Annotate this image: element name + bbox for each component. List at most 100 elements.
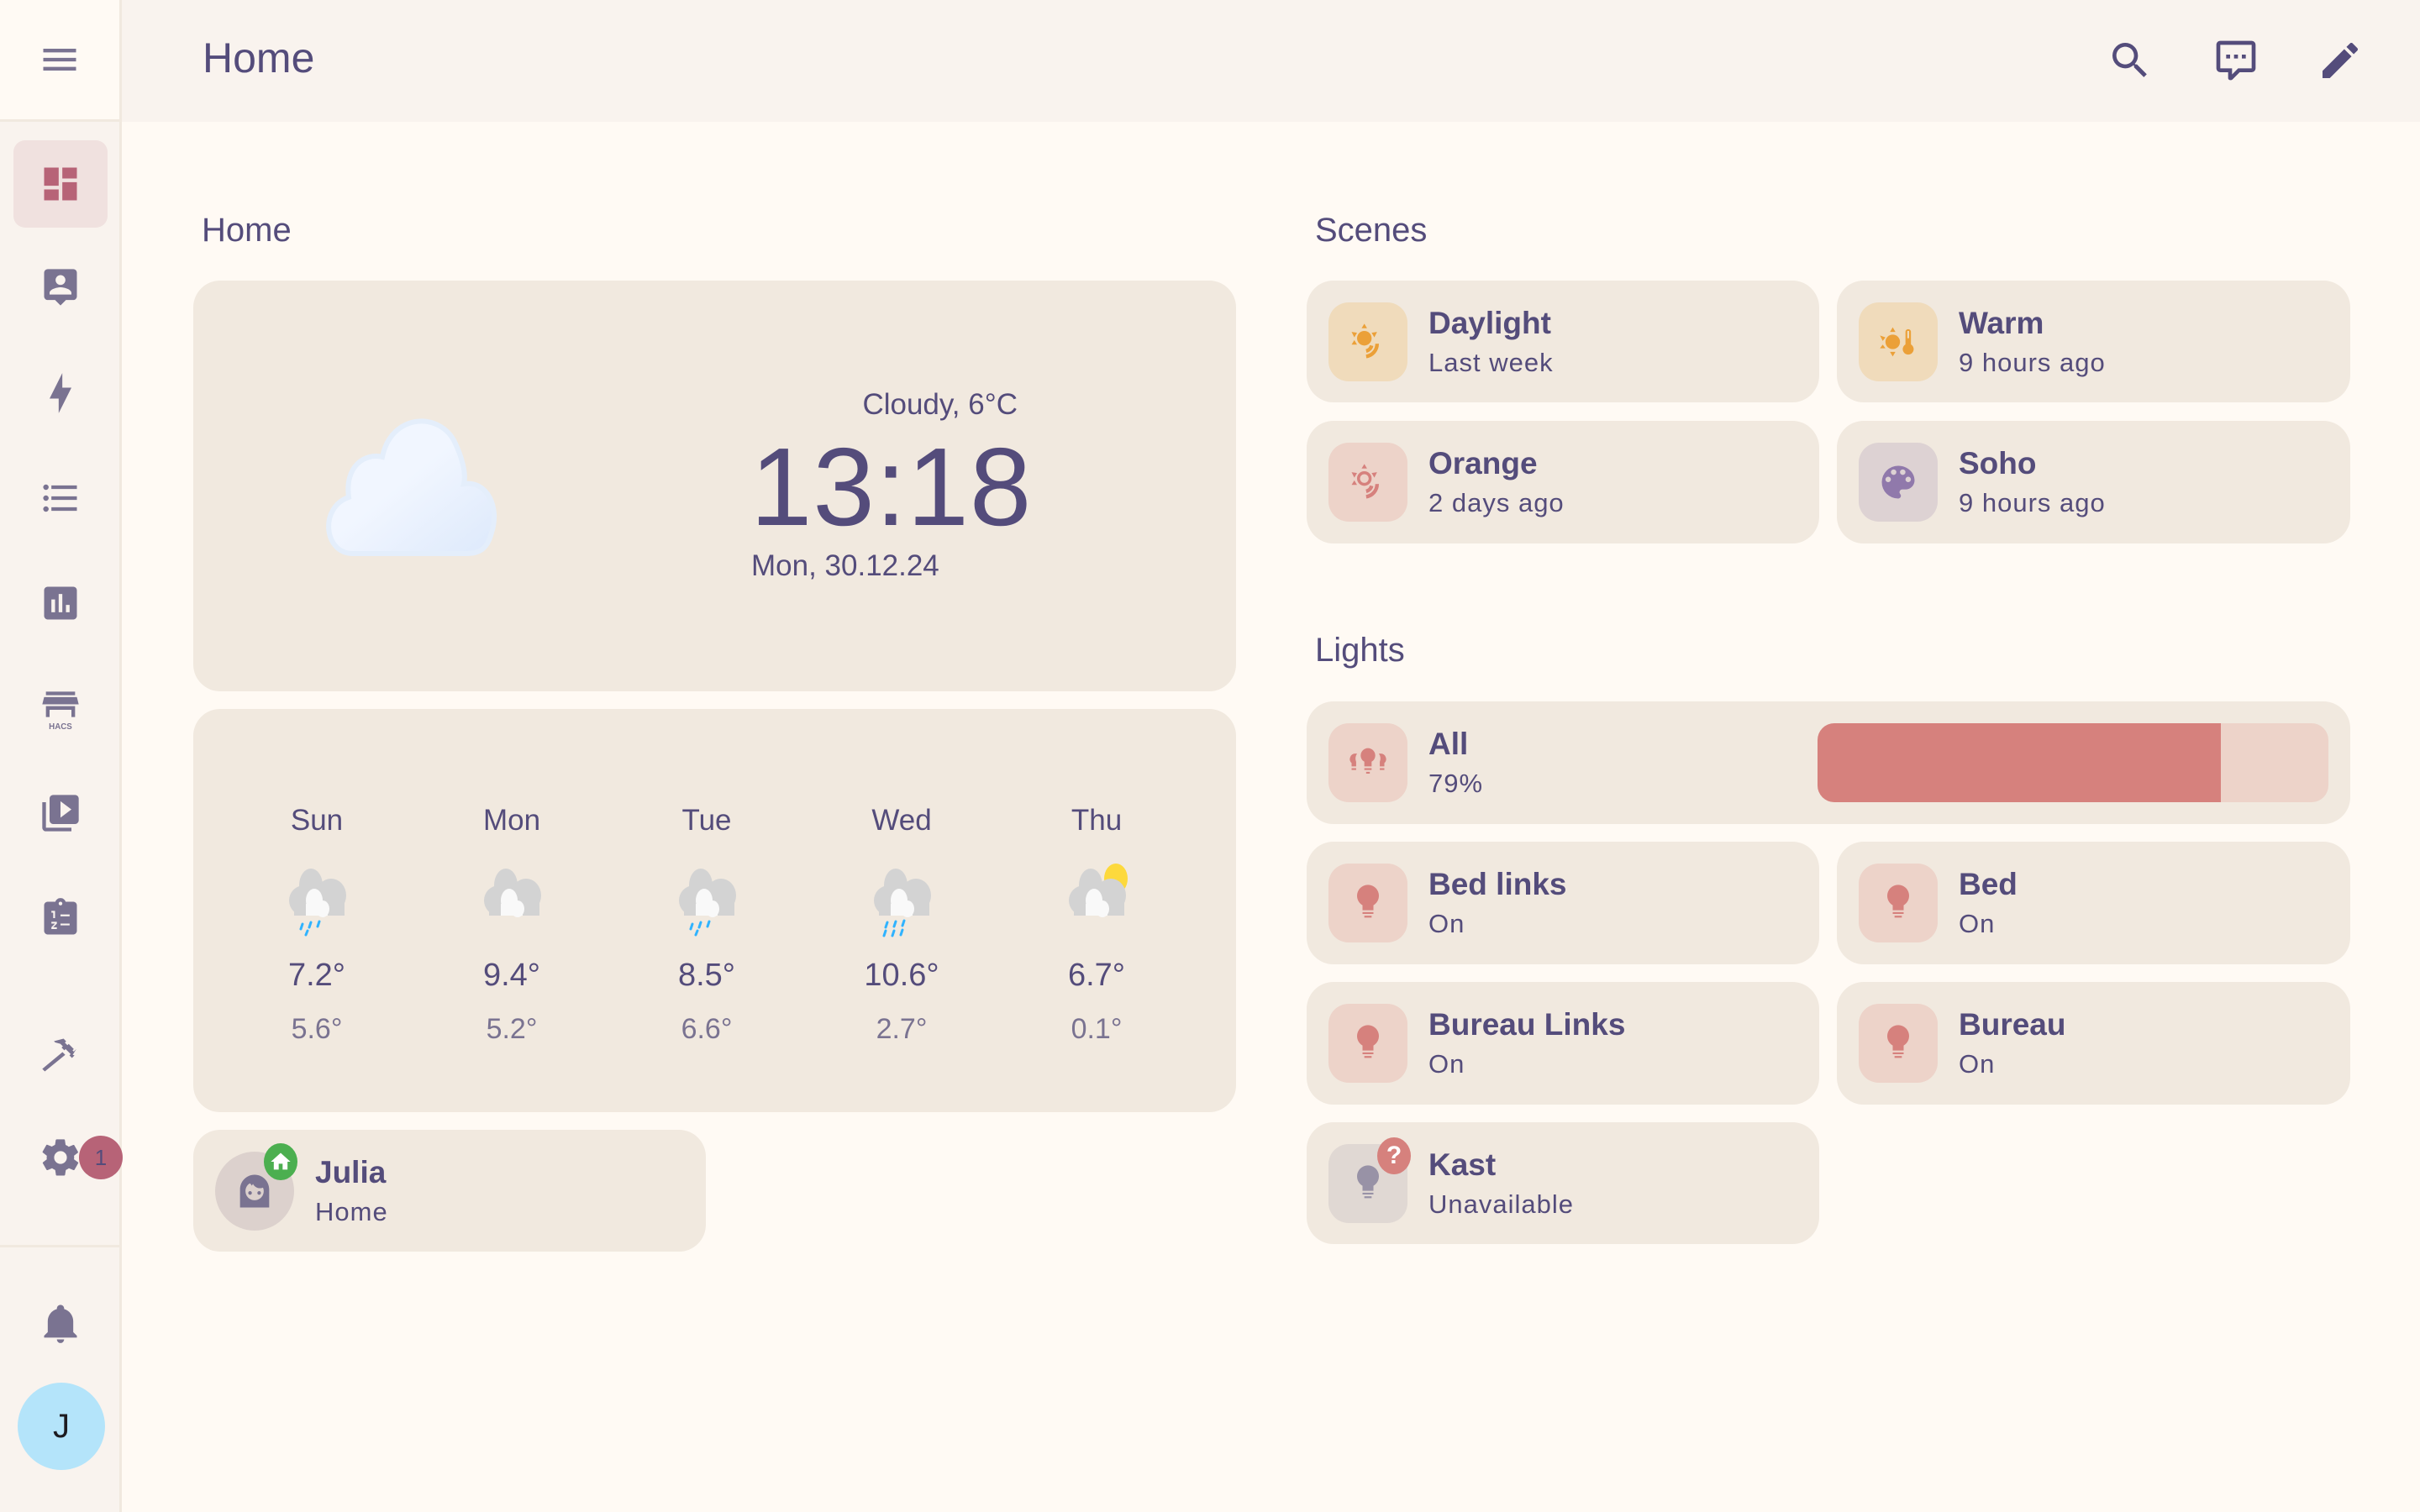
light-state: On bbox=[1428, 909, 1465, 938]
forecast-low: 0.1° bbox=[1071, 1013, 1123, 1045]
clipboard-list-icon bbox=[44, 898, 77, 935]
light-name: Bed bbox=[1959, 867, 2018, 901]
chart-box-icon bbox=[44, 586, 77, 620]
section-title-lights: Lights bbox=[1315, 632, 1405, 669]
forecast-day-name: Thu bbox=[1071, 804, 1123, 837]
rainy-icon bbox=[289, 869, 346, 937]
scene-state: 2 days ago bbox=[1428, 488, 1565, 517]
assist-button[interactable] bbox=[2202, 27, 2270, 94]
scene-tile-soho[interactable]: Soho 9 hours ago bbox=[1837, 421, 2350, 543]
clock-date: Mon, 30.12.24 bbox=[751, 549, 939, 582]
sidebar-item-overview[interactable] bbox=[13, 140, 108, 228]
light-icon-box[interactable] bbox=[1328, 864, 1407, 942]
home-icon bbox=[271, 1152, 291, 1170]
sidebar-item-settings[interactable]: 1 bbox=[13, 1114, 123, 1201]
light-icon-box[interactable] bbox=[1859, 1004, 1938, 1083]
pouring-icon bbox=[874, 869, 931, 937]
sidebar-item-todo[interactable] bbox=[13, 874, 108, 962]
cloudy-icon bbox=[326, 418, 497, 556]
scene-tile-warm[interactable]: Warm 9 hours ago bbox=[1837, 281, 2350, 402]
weather-condition: Cloudy, 6°C bbox=[862, 388, 1018, 421]
light-name: Kast bbox=[1428, 1147, 1497, 1182]
rainy-icon bbox=[679, 869, 736, 937]
bell-icon bbox=[44, 1305, 77, 1343]
brightness-slider-fill bbox=[1818, 723, 2222, 802]
light-tile-bureau[interactable]: Bureau On bbox=[1837, 982, 2350, 1105]
lightbulb-icon bbox=[1357, 1025, 1379, 1058]
light-name: All bbox=[1428, 727, 1469, 761]
dashboard-icon bbox=[44, 167, 77, 201]
menu-button[interactable] bbox=[26, 26, 93, 93]
notifications-button[interactable] bbox=[13, 1279, 108, 1367]
forecast-day-name: Wed bbox=[871, 804, 932, 837]
scene-name: Warm bbox=[1959, 306, 2044, 340]
light-name: Bureau bbox=[1959, 1007, 2066, 1042]
light-tile-bed-links[interactable]: Bed links On bbox=[1307, 842, 1819, 964]
sidebar-item-media[interactable] bbox=[13, 769, 108, 857]
page-title: Home bbox=[203, 34, 315, 81]
home-status-badge bbox=[264, 1143, 297, 1180]
sun-thermometer-icon bbox=[1880, 327, 1914, 357]
forecast-low: 2.7° bbox=[876, 1013, 928, 1045]
svg-text:HACS: HACS bbox=[49, 722, 72, 732]
light-tile-bed[interactable]: Bed On bbox=[1837, 842, 2350, 964]
light-tile-all[interactable]: All 79% bbox=[1307, 701, 2350, 824]
person-state: Home bbox=[315, 1197, 388, 1226]
forecast-high: 9.4° bbox=[482, 958, 541, 993]
user-avatar[interactable]: J bbox=[18, 1383, 105, 1470]
partly-cloudy-icon bbox=[1069, 864, 1128, 917]
sun-wireless-outline-icon bbox=[1351, 464, 1380, 499]
light-tile-kast[interactable]: ? Kast Unavailable bbox=[1307, 1122, 1819, 1244]
sidebar-divider bbox=[0, 1245, 119, 1247]
scene-icon-box bbox=[1328, 302, 1407, 381]
scene-name: Soho bbox=[1959, 446, 2037, 480]
scene-tile-daylight[interactable]: Daylight Last week bbox=[1307, 281, 1819, 402]
pencil-icon bbox=[2323, 43, 2358, 78]
scene-state: 9 hours ago bbox=[1959, 488, 2106, 517]
sidebar-item-hacs[interactable]: HACS bbox=[13, 666, 108, 753]
scene-icon-box bbox=[1859, 443, 1938, 522]
light-icon-box[interactable] bbox=[1859, 864, 1938, 942]
lightning-icon bbox=[50, 373, 71, 413]
hacs-store-icon: HACS bbox=[42, 691, 79, 732]
hammer-icon bbox=[42, 1038, 76, 1072]
search-icon bbox=[2112, 43, 2147, 77]
scene-icon-box bbox=[1859, 302, 1938, 381]
edit-button[interactable] bbox=[2307, 27, 2374, 94]
forecast-low: 6.6° bbox=[681, 1013, 733, 1045]
sidebar-item-map[interactable] bbox=[13, 244, 108, 331]
forecast-high: 8.5° bbox=[677, 958, 736, 993]
section-title-home: Home bbox=[202, 212, 292, 249]
forecast-card[interactable]: Sun 7.2° 5.6° Mon 9.4° 5.2° Tue 8.5° 6.6… bbox=[193, 709, 1236, 1112]
forecast-day-name: Sun bbox=[290, 804, 344, 837]
scene-name: Daylight bbox=[1428, 306, 1551, 340]
forecast-high: 10.6° bbox=[864, 958, 939, 993]
sidebar-item-energy[interactable] bbox=[13, 349, 108, 437]
person-name: Julia bbox=[315, 1155, 387, 1189]
settings-badge: 1 bbox=[79, 1136, 123, 1179]
format-list-icon bbox=[43, 484, 77, 512]
play-box-multiple-icon bbox=[42, 795, 79, 832]
person-card[interactable]: Julia Home bbox=[193, 1130, 706, 1252]
forecast-day-name: Tue bbox=[681, 804, 732, 837]
scene-state: Last week bbox=[1428, 348, 1554, 377]
light-icon-box[interactable] bbox=[1328, 1004, 1407, 1083]
forecast-day-name: Mon bbox=[482, 804, 541, 837]
sidebar-item-developer-tools[interactable] bbox=[13, 1011, 108, 1099]
scene-state: 9 hours ago bbox=[1959, 348, 2106, 377]
sidebar-item-history[interactable] bbox=[13, 559, 108, 647]
forecast-low: 5.2° bbox=[486, 1013, 538, 1045]
weather-card[interactable]: Cloudy, 6°C 13:18 Mon, 30.12.24 bbox=[193, 281, 1236, 691]
section-title-scenes: Scenes bbox=[1315, 212, 1428, 249]
sidebar: HACS 1 J bbox=[0, 0, 123, 1512]
clock-time: 13:18 bbox=[750, 425, 1033, 549]
forecast-high: 7.2° bbox=[287, 958, 346, 993]
sidebar-item-logbook[interactable] bbox=[13, 454, 108, 542]
search-button[interactable] bbox=[2096, 27, 2164, 94]
light-state: On bbox=[1428, 1049, 1465, 1079]
light-tile-bureau-links[interactable]: Bureau Links On bbox=[1307, 982, 1819, 1105]
scene-tile-orange[interactable]: Orange 2 days ago bbox=[1307, 421, 1819, 543]
brightness-slider[interactable] bbox=[1818, 723, 2328, 802]
light-icon-box[interactable] bbox=[1328, 723, 1407, 802]
account-box-icon bbox=[44, 269, 77, 306]
